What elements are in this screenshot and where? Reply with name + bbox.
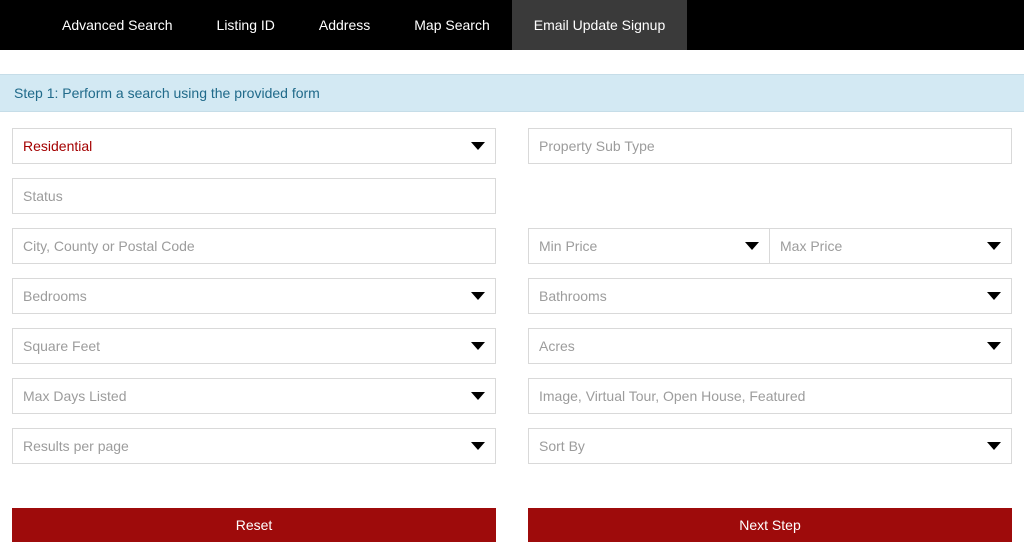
- top-nav: Advanced Search Listing ID Address Map S…: [0, 0, 1024, 50]
- sort-by-select[interactable]: Sort By: [528, 428, 1012, 464]
- bathrooms-placeholder: Bathrooms: [539, 288, 607, 304]
- sort-by-placeholder: Sort By: [539, 438, 585, 454]
- bedrooms-placeholder: Bedrooms: [23, 288, 87, 304]
- chevron-down-icon: [987, 292, 1001, 300]
- next-step-button[interactable]: Next Step: [528, 508, 1012, 542]
- max-days-listed-placeholder: Max Days Listed: [23, 388, 126, 404]
- max-price-placeholder: Max Price: [780, 238, 842, 254]
- nav-advanced-search[interactable]: Advanced Search: [40, 0, 195, 50]
- property-sub-type-input[interactable]: Property Sub Type: [528, 128, 1012, 164]
- features-placeholder: Image, Virtual Tour, Open House, Feature…: [539, 388, 805, 404]
- chevron-down-icon: [745, 242, 759, 250]
- square-feet-select[interactable]: Square Feet: [12, 328, 496, 364]
- acres-placeholder: Acres: [539, 338, 575, 354]
- bedrooms-select[interactable]: Bedrooms: [12, 278, 496, 314]
- chevron-down-icon: [471, 142, 485, 150]
- price-group: Min Price Max Price: [528, 228, 1012, 264]
- location-placeholder: City, County or Postal Code: [23, 238, 195, 254]
- chevron-down-icon: [471, 442, 485, 450]
- bathrooms-select[interactable]: Bathrooms: [528, 278, 1012, 314]
- nav-address[interactable]: Address: [297, 0, 392, 50]
- max-price-select[interactable]: Max Price: [770, 228, 1012, 264]
- status-input[interactable]: Status: [12, 178, 496, 214]
- results-per-page-select[interactable]: Results per page: [12, 428, 496, 464]
- min-price-select[interactable]: Min Price: [528, 228, 770, 264]
- min-price-placeholder: Min Price: [539, 238, 597, 254]
- location-input[interactable]: City, County or Postal Code: [12, 228, 496, 264]
- reset-button[interactable]: Reset: [12, 508, 496, 542]
- features-input[interactable]: Image, Virtual Tour, Open House, Feature…: [528, 378, 1012, 414]
- status-placeholder: Status: [23, 188, 63, 204]
- nav-listing-id[interactable]: Listing ID: [195, 0, 297, 50]
- nav-map-search[interactable]: Map Search: [392, 0, 511, 50]
- property-type-value: Residential: [23, 138, 92, 154]
- max-days-listed-select[interactable]: Max Days Listed: [12, 378, 496, 414]
- chevron-down-icon: [987, 442, 1001, 450]
- nav-email-update-signup[interactable]: Email Update Signup: [512, 0, 688, 50]
- chevron-down-icon: [987, 342, 1001, 350]
- chevron-down-icon: [987, 242, 1001, 250]
- chevron-down-icon: [471, 292, 485, 300]
- search-form: Residential Property Sub Type Status Cit…: [0, 112, 1024, 464]
- property-type-select[interactable]: Residential: [12, 128, 496, 164]
- square-feet-placeholder: Square Feet: [23, 338, 100, 354]
- step-banner: Step 1: Perform a search using the provi…: [0, 74, 1024, 112]
- chevron-down-icon: [471, 342, 485, 350]
- property-sub-type-placeholder: Property Sub Type: [539, 138, 655, 154]
- empty-cell: [528, 178, 1012, 214]
- acres-select[interactable]: Acres: [528, 328, 1012, 364]
- results-per-page-placeholder: Results per page: [23, 438, 129, 454]
- chevron-down-icon: [471, 392, 485, 400]
- button-row: Reset Next Step: [0, 508, 1024, 542]
